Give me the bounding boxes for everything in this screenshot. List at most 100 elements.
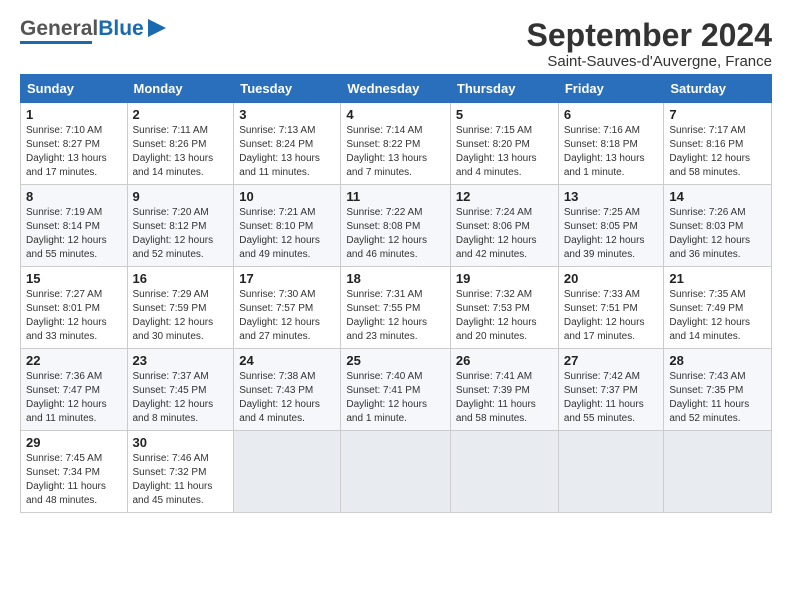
table-row: 30Sunrise: 7:46 AM Sunset: 7:32 PM Dayli… [127, 431, 234, 513]
day-number: 23 [133, 353, 229, 368]
table-row: 14Sunrise: 7:26 AM Sunset: 8:03 PM Dayli… [664, 185, 772, 267]
day-info: Sunrise: 7:21 AM Sunset: 8:10 PM Dayligh… [239, 206, 335, 262]
day-info: Sunrise: 7:37 AM Sunset: 7:45 PM Dayligh… [133, 370, 229, 426]
calendar-subtitle: Saint-Sauves-d'Auvergne, France [527, 53, 772, 70]
calendar-week-row: 8 Sunrise: 7:19 AM Sunset: 8:14 PM Daylig… [21, 185, 772, 267]
day-number: 6 [564, 107, 659, 122]
day-info: Sunrise: 7:38 AM Sunset: 7:43 PM Dayligh… [239, 370, 335, 426]
day-number: 22 [26, 353, 122, 368]
day-number: 15 [26, 271, 122, 286]
table-row: 29 Sunrise: 7:45 AM Sunset: 7:34 PM Dayli… [21, 431, 128, 513]
day-info: Sunrise: 7:29 AM Sunset: 7:59 PM Dayligh… [133, 288, 229, 344]
logo-underline [20, 41, 92, 44]
day-number: 27 [564, 353, 659, 368]
table-row: 12Sunrise: 7:24 AM Sunset: 8:06 PM Dayli… [450, 185, 558, 267]
day-info: Sunrise: 7:11 AM Sunset: 8:26 PM Dayligh… [133, 124, 229, 180]
logo-general: General [20, 17, 98, 40]
day-info: Sunrise: 7:30 AM Sunset: 7:57 PM Dayligh… [239, 288, 335, 344]
table-row: 7 Sunrise: 7:17 AM Sunset: 8:16 PM Daylig… [664, 103, 772, 185]
day-info: Sunrise: 7:31 AM Sunset: 7:55 PM Dayligh… [346, 288, 445, 344]
day-number: 29 [26, 435, 122, 450]
table-row: 19 Sunrise: 7:32 AM Sunset: 7:53 PM Dayli… [450, 267, 558, 349]
calendar-table: Sunday Monday Tuesday Wednesday Thursday… [20, 74, 772, 513]
day-info: Sunrise: 7:40 AM Sunset: 7:41 PM Dayligh… [346, 370, 445, 426]
day-info: Sunrise: 7:26 AM Sunset: 8:03 PM Dayligh… [669, 206, 766, 262]
table-row: 11 Sunrise: 7:22 AM Sunset: 8:08 PM Dayli… [341, 185, 451, 267]
day-number: 2 [133, 107, 229, 122]
table-row: 20Sunrise: 7:33 AM Sunset: 7:51 PM Dayli… [558, 267, 664, 349]
day-number: 19 [456, 271, 553, 286]
col-thursday: Thursday [450, 75, 558, 103]
calendar-title: September 2024 [527, 18, 772, 53]
col-tuesday: Tuesday [234, 75, 341, 103]
day-info: Sunrise: 7:27 AM Sunset: 8:01 PM Dayligh… [26, 288, 122, 344]
col-saturday: Saturday [664, 75, 772, 103]
logo-text: GeneralBlue [20, 18, 144, 39]
day-number: 10 [239, 189, 335, 204]
day-number: 5 [456, 107, 553, 122]
day-number: 7 [669, 107, 766, 122]
day-info: Sunrise: 7:32 AM Sunset: 7:53 PM Dayligh… [456, 288, 553, 344]
table-row [234, 431, 341, 513]
calendar-week-row: 22 Sunrise: 7:36 AM Sunset: 7:47 PM Dayli… [21, 349, 772, 431]
table-row: 18 Sunrise: 7:31 AM Sunset: 7:55 PM Dayli… [341, 267, 451, 349]
table-row: 26 Sunrise: 7:41 AM Sunset: 7:39 PM Dayli… [450, 349, 558, 431]
day-info: Sunrise: 7:17 AM Sunset: 8:16 PM Dayligh… [669, 124, 766, 180]
table-row: 3 Sunrise: 7:13 AM Sunset: 8:24 PM Daylig… [234, 103, 341, 185]
day-number: 20 [564, 271, 659, 286]
day-info: Sunrise: 7:10 AM Sunset: 8:27 PM Dayligh… [26, 124, 122, 180]
logo-blue: Blue [98, 17, 144, 40]
table-row: 8 Sunrise: 7:19 AM Sunset: 8:14 PM Daylig… [21, 185, 128, 267]
day-info: Sunrise: 7:13 AM Sunset: 8:24 PM Dayligh… [239, 124, 335, 180]
table-row: 9Sunrise: 7:20 AM Sunset: 8:12 PM Daylig… [127, 185, 234, 267]
table-row [450, 431, 558, 513]
table-row: 6Sunrise: 7:16 AM Sunset: 8:18 PM Daylig… [558, 103, 664, 185]
day-info: Sunrise: 7:24 AM Sunset: 8:06 PM Dayligh… [456, 206, 553, 262]
table-row: 15 Sunrise: 7:27 AM Sunset: 8:01 PM Dayli… [21, 267, 128, 349]
table-row: 5Sunrise: 7:15 AM Sunset: 8:20 PM Daylig… [450, 103, 558, 185]
table-row: 17 Sunrise: 7:30 AM Sunset: 7:57 PM Dayli… [234, 267, 341, 349]
day-info: Sunrise: 7:35 AM Sunset: 7:49 PM Dayligh… [669, 288, 766, 344]
table-row: 25 Sunrise: 7:40 AM Sunset: 7:41 PM Dayli… [341, 349, 451, 431]
table-row: 16Sunrise: 7:29 AM Sunset: 7:59 PM Dayli… [127, 267, 234, 349]
day-info: Sunrise: 7:43 AM Sunset: 7:35 PM Dayligh… [669, 370, 766, 426]
col-sunday: Sunday [21, 75, 128, 103]
calendar-week-row: 29 Sunrise: 7:45 AM Sunset: 7:34 PM Dayli… [21, 431, 772, 513]
day-number: 25 [346, 353, 445, 368]
day-number: 1 [26, 107, 122, 122]
day-number: 3 [239, 107, 335, 122]
day-info: Sunrise: 7:42 AM Sunset: 7:37 PM Dayligh… [564, 370, 659, 426]
logo: GeneralBlue [20, 18, 168, 44]
table-row: 13Sunrise: 7:25 AM Sunset: 8:05 PM Dayli… [558, 185, 664, 267]
col-friday: Friday [558, 75, 664, 103]
col-wednesday: Wednesday [341, 75, 451, 103]
day-number: 11 [346, 189, 445, 204]
table-row: 28 Sunrise: 7:43 AM Sunset: 7:35 PM Dayli… [664, 349, 772, 431]
day-info: Sunrise: 7:14 AM Sunset: 8:22 PM Dayligh… [346, 124, 445, 180]
day-number: 18 [346, 271, 445, 286]
day-info: Sunrise: 7:45 AM Sunset: 7:34 PM Dayligh… [26, 452, 122, 508]
day-number: 8 [26, 189, 122, 204]
calendar-week-row: 1 Sunrise: 7:10 AM Sunset: 8:27 PM Daylig… [21, 103, 772, 185]
day-number: 26 [456, 353, 553, 368]
day-info: Sunrise: 7:41 AM Sunset: 7:39 PM Dayligh… [456, 370, 553, 426]
day-number: 24 [239, 353, 335, 368]
col-monday: Monday [127, 75, 234, 103]
day-number: 17 [239, 271, 335, 286]
table-row: 24 Sunrise: 7:38 AM Sunset: 7:43 PM Dayli… [234, 349, 341, 431]
table-row: 27 Sunrise: 7:42 AM Sunset: 7:37 PM Dayli… [558, 349, 664, 431]
day-number: 28 [669, 353, 766, 368]
day-info: Sunrise: 7:36 AM Sunset: 7:47 PM Dayligh… [26, 370, 122, 426]
title-block: September 2024 Saint-Sauves-d'Auvergne, … [527, 18, 772, 70]
table-row [558, 431, 664, 513]
day-info: Sunrise: 7:46 AM Sunset: 7:32 PM Dayligh… [133, 452, 229, 508]
page: GeneralBlue September 2024 Saint-Sauves-… [0, 0, 792, 523]
table-row [664, 431, 772, 513]
table-row [341, 431, 451, 513]
day-info: Sunrise: 7:19 AM Sunset: 8:14 PM Dayligh… [26, 206, 122, 262]
table-row: 10 Sunrise: 7:21 AM Sunset: 8:10 PM Dayli… [234, 185, 341, 267]
day-number: 13 [564, 189, 659, 204]
day-number: 9 [133, 189, 229, 204]
day-info: Sunrise: 7:22 AM Sunset: 8:08 PM Dayligh… [346, 206, 445, 262]
day-number: 4 [346, 107, 445, 122]
